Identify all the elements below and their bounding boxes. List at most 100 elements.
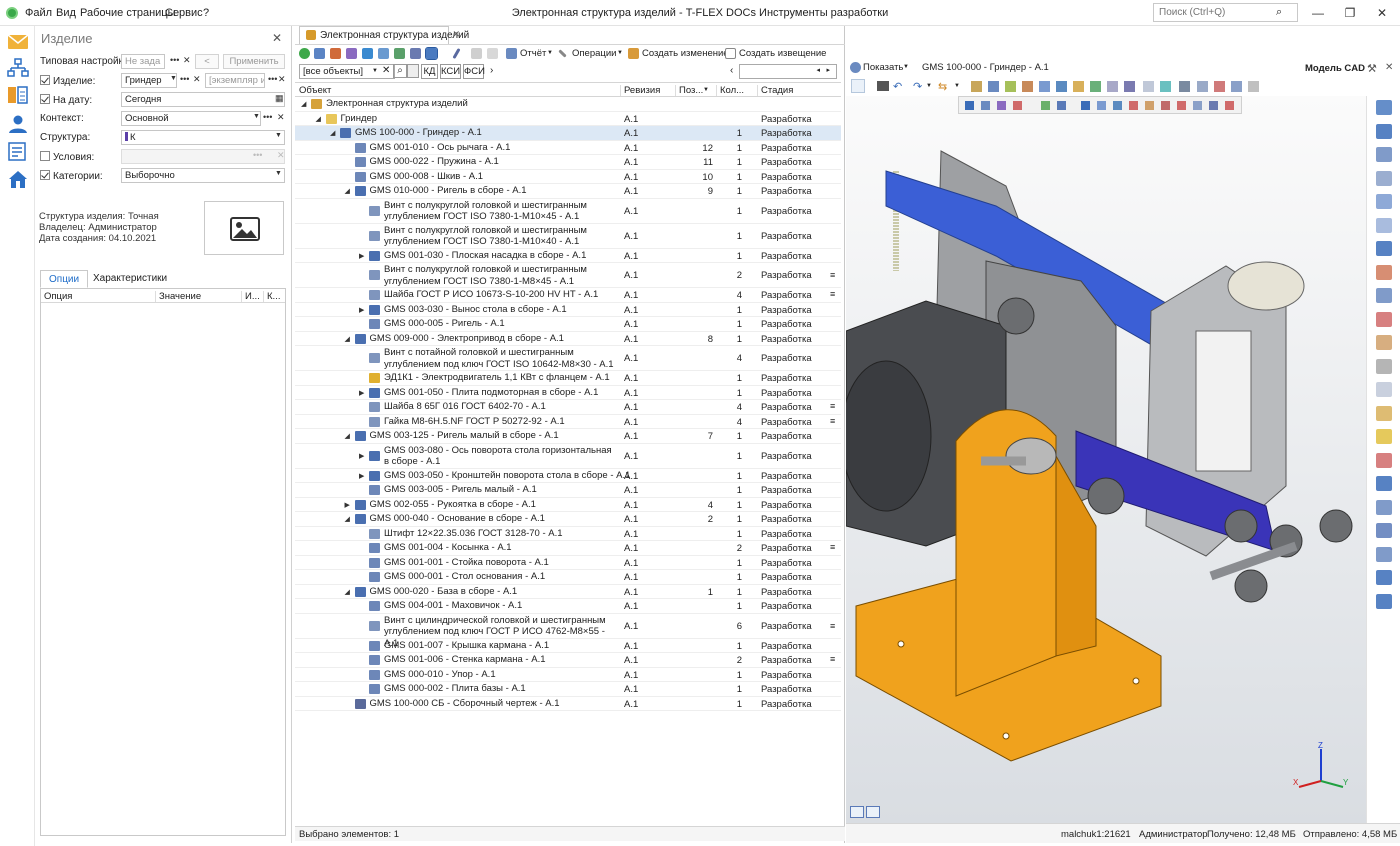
knob-lower-3[interactable] (1319, 509, 1353, 543)
cad-close-icon[interactable]: ✕ (1385, 62, 1393, 73)
menu-service[interactable]: Сервис (165, 7, 203, 19)
show-dropdown-icon[interactable]: ▼ (903, 64, 909, 70)
report-toolbar-icon[interactable] (506, 48, 517, 59)
create-change-icon[interactable] (628, 48, 639, 59)
tree-row[interactable]: GMS 000-022 - Пружина - А.1 А.1 11 1 Разрабо… (295, 155, 841, 170)
expand-icon[interactable]: ▶ (359, 252, 364, 260)
cad-view2-icon[interactable] (988, 81, 999, 92)
cad-view16-icon[interactable] (1231, 81, 1242, 92)
tab-options[interactable]: Опции (40, 270, 89, 288)
expand-icon[interactable]: ▶ (359, 306, 364, 314)
tree-row[interactable]: ▶ GMS 003-080 - Ось поворота стола горизо… (295, 444, 841, 469)
measure-icon[interactable] (1376, 217, 1392, 233)
tree-row[interactable]: ◢ GMS 003-125 - Ригель малый в сборе - А.… (295, 429, 841, 444)
cad-sync-icon[interactable] (851, 79, 865, 93)
tree-row[interactable]: Гайка M8-6H.5.NF ГОСТ Р 50272-92 - А.1 А.… (295, 415, 841, 429)
view-icon[interactable] (425, 47, 438, 60)
drive-wheel[interactable] (1227, 261, 1305, 311)
collapse-icon[interactable]: ◢ (330, 129, 335, 137)
nav-next-icon[interactable]: ▸ (826, 66, 830, 74)
date-checkbox[interactable]: На дату: (40, 94, 92, 106)
tree-row[interactable]: ▶ GMS 003-030 - Вынос стола в сборе - А.1… (295, 303, 841, 317)
menu-view[interactable]: Вид (56, 7, 76, 19)
context-field[interactable]: Основной (121, 111, 261, 126)
report-dropdown-icon[interactable]: ▼ (547, 50, 553, 56)
cad-redo-icon[interactable]: ↷ (913, 80, 922, 93)
tab-product-structure[interactable]: Электронная структура изделий ✕ (299, 26, 469, 44)
cad-view8-icon[interactable] (1090, 81, 1101, 92)
cad-redo-dropdown-icon[interactable]: ▼ (926, 83, 932, 89)
add-icon[interactable] (299, 48, 310, 59)
col-value[interactable]: Значение (155, 291, 201, 302)
wrench-icon[interactable] (558, 49, 567, 58)
object-filter-select[interactable]: [все объекты] (299, 64, 395, 79)
text-a-icon[interactable] (1376, 570, 1392, 585)
menu-workpages[interactable]: Рабочие страницы (80, 7, 176, 19)
tree-row[interactable]: Шайба ГОСТ Р ИСО 10673-S-10-200 HV HT - … (295, 288, 841, 303)
layers-icon[interactable] (1376, 241, 1392, 256)
product-field[interactable]: Гриндер (121, 73, 177, 88)
product-clear-icon[interactable]: ✕ (193, 74, 201, 85)
more-filters-icon[interactable]: › (490, 65, 493, 76)
navigation-field[interactable]: ◂ ▸ (739, 64, 837, 79)
product-checkbox[interactable]: Изделие: (40, 75, 95, 87)
search-icon[interactable]: ⌕ (1276, 6, 1282, 19)
cad-view14-icon[interactable] (1197, 81, 1208, 92)
menu-file[interactable]: Файл (25, 7, 52, 19)
tab-characteristics[interactable]: Характеристики (85, 270, 175, 288)
template-more-icon[interactable]: ••• (170, 55, 179, 65)
col-quantity[interactable]: Кол... (716, 85, 744, 96)
product-dropdown-icon[interactable]: ▼ (170, 75, 177, 82)
3d-viewport[interactable]: Z X Y (846, 96, 1366, 823)
cad-view10-icon[interactable] (1124, 81, 1135, 92)
tree-row[interactable]: ▶ GMS 001-050 - Плита подмоторная в сборе… (295, 386, 841, 400)
nav-back-icon[interactable]: ‹ (730, 65, 733, 76)
cad-mirror-dropdown-icon[interactable]: ▼ (954, 83, 960, 89)
split-horizontal-icon[interactable] (866, 806, 880, 818)
new-object-icon[interactable] (314, 48, 325, 59)
cad-view15-icon[interactable] (1214, 81, 1225, 92)
cad-undo-icon[interactable]: ↶ (893, 80, 902, 93)
edit-icon[interactable] (330, 48, 341, 59)
nav-prev-icon[interactable]: ◂ (816, 66, 820, 74)
cad-view4-icon[interactable] (1022, 81, 1033, 92)
tree-row[interactable]: ◢ GMS 000-020 - База в сборе - А.1 А.1 1 1 Ра… (295, 585, 841, 599)
tree-row[interactable]: Винт с цилиндрической головкой и шестигр… (295, 614, 841, 649)
tree-row[interactable]: GMS 001-010 - Ось рычага - А.1 А.1 12 1 Разр… (295, 141, 841, 155)
report-icon[interactable] (7, 142, 29, 162)
calendar-icon[interactable]: ▦ (275, 93, 284, 104)
tree-row[interactable]: GMS 000-001 - Стол основания - А.1 А.1 1 Ра… (295, 570, 841, 585)
transform-icon[interactable] (1376, 523, 1392, 538)
expand-icon[interactable]: ▶ (359, 472, 364, 480)
instance-clear-icon[interactable]: ✕ (278, 74, 286, 85)
tree-row[interactable]: GMS 000-010 - Упор - А.1 А.1 1 Разработка (295, 668, 841, 682)
home-icon[interactable] (7, 169, 29, 189)
collapse-icon[interactable]: ◢ (301, 100, 306, 108)
minimize-button[interactable]: — (1308, 4, 1328, 22)
zoom-window-icon[interactable] (1376, 170, 1392, 186)
create-notice-icon[interactable] (725, 48, 736, 59)
tree-row[interactable]: Штифт 12×22.35.036 ГОСТ 3128-70 - А.1 А.1… (295, 527, 841, 541)
tree-row[interactable]: ◢ GMS 000-040 - Основание в сборе - А.1 А.… (295, 512, 841, 527)
documents-icon[interactable] (7, 85, 29, 105)
close-tab-icon[interactable]: ✕ (452, 29, 460, 40)
operations-dropdown-icon[interactable]: ▼ (617, 50, 623, 56)
maximize-button[interactable]: ❐ (1340, 4, 1360, 22)
cube-icon[interactable] (1376, 429, 1392, 444)
conditions-checkbox[interactable]: Условия: (40, 151, 94, 163)
box-icon[interactable] (1376, 382, 1392, 397)
expand-icon[interactable]: ▶ (359, 389, 364, 397)
filter-options-icon[interactable] (407, 64, 419, 78)
report-menu[interactable]: Отчёт (520, 48, 546, 59)
template-field[interactable]: Не зада (121, 54, 165, 69)
col-k[interactable]: К... (263, 291, 280, 302)
context-clear-icon[interactable]: ✕ (277, 112, 285, 123)
sort-icon[interactable]: ▼ (703, 87, 709, 93)
back-button[interactable]: < (195, 54, 219, 69)
tree-row[interactable]: GMS 004-001 - Маховичок - А.1 А.1 1 Разрабо… (295, 599, 841, 614)
cad-tools-icon[interactable]: ⚒ (1367, 62, 1377, 75)
save-icon[interactable] (471, 48, 482, 59)
zoom-out-icon[interactable] (1376, 194, 1392, 209)
tree-row[interactable]: ◢ GMS 100-000 - Гриндер - А.1 А.1 1 Разработ… (295, 126, 841, 141)
check-icon[interactable] (394, 48, 405, 59)
